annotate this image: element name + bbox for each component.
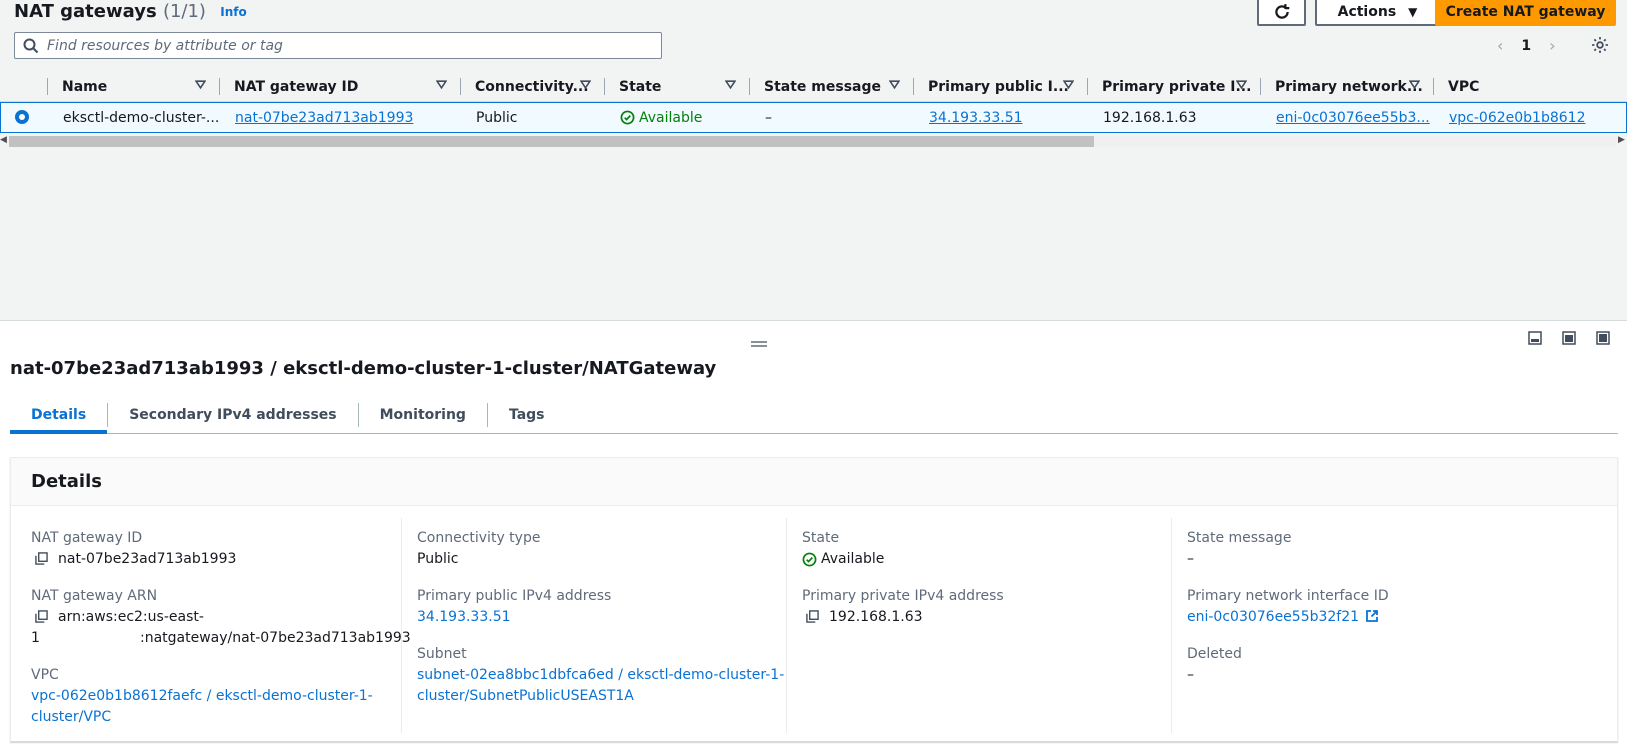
copy-icon[interactable] xyxy=(35,552,48,565)
pagination: ‹ 1 › xyxy=(1497,36,1556,55)
search-box xyxy=(14,32,662,59)
details-section-title: Details xyxy=(11,458,1617,506)
nat-gateways-list-panel: NAT gateways (1/1) Info Actions ▼ Create… xyxy=(0,0,1627,320)
public-ip-link[interactable]: 34.193.33.51 xyxy=(929,110,1023,126)
column-header-name[interactable]: Name xyxy=(48,71,220,102)
field-nat-id: NAT gateway ID nat-07be23ad713ab1993 xyxy=(31,530,237,567)
column-header-state[interactable]: State xyxy=(605,71,750,102)
column-header-private-ip[interactable]: Primary private I... xyxy=(1088,71,1261,102)
scroll-right-icon[interactable]: ▶ xyxy=(1618,135,1625,145)
create-nat-gateway-button[interactable]: Create NAT gateway xyxy=(1435,0,1616,26)
search-input[interactable] xyxy=(45,36,645,55)
sort-icon xyxy=(195,80,206,90)
details-column-3: State Available Primary private IPv4 add… xyxy=(786,518,1186,733)
refresh-button[interactable] xyxy=(1257,0,1306,26)
detail-title: nat-07be23ad713ab1993 / eksctl-demo-clus… xyxy=(10,358,717,379)
nat-gateways-table: Name NAT gateway ID Connectivity... Stat… xyxy=(0,71,1627,133)
status-available-icon xyxy=(620,110,635,125)
panel-bottom-icon[interactable] xyxy=(1528,331,1542,345)
sort-icon xyxy=(580,80,591,90)
horizontal-scrollbar[interactable]: ◀ ▶ xyxy=(0,134,1627,150)
field-state-message: State message – xyxy=(1187,530,1292,567)
sort-icon xyxy=(725,80,736,90)
cell-state-message: – xyxy=(765,109,772,126)
scrollbar-thumb[interactable] xyxy=(9,136,1094,147)
copy-icon[interactable] xyxy=(806,610,819,623)
network-interface-link[interactable]: eni-0c03076ee55b3... xyxy=(1276,110,1430,126)
split-panel-controls xyxy=(1528,331,1610,345)
subnet-link[interactable]: subnet-02ea8bbc1dbfca6ed / eksctl-demo-c… xyxy=(417,667,784,704)
next-page-icon[interactable]: › xyxy=(1549,36,1555,55)
column-header-vpc[interactable]: VPC xyxy=(1434,71,1627,102)
cell-name: eksctl-demo-cluster-... xyxy=(63,109,220,126)
column-header-network-interface[interactable]: Primary network... xyxy=(1261,71,1434,102)
cell-state: Available xyxy=(606,103,702,132)
column-header-connectivity[interactable]: Connectivity... xyxy=(461,71,605,102)
status-available-icon xyxy=(802,552,817,567)
field-network-interface: Primary network interface ID eni-0c03076… xyxy=(1187,588,1389,625)
column-header-state-message[interactable]: State message xyxy=(750,71,914,102)
split-panel: nat-07be23ad713ab1993 / eksctl-demo-clus… xyxy=(0,320,1627,749)
cell-network-interface: eni-0c03076ee55b3... xyxy=(1262,103,1430,132)
field-private-ip: Primary private IPv4 address 192.168.1.6… xyxy=(802,588,1004,625)
cell-vpc: vpc-062e0b1b8612 xyxy=(1435,103,1585,132)
field-state: State Available xyxy=(802,530,885,567)
preferences-gear-icon[interactable] xyxy=(1591,36,1609,58)
tab-secondary-ipv4[interactable]: Secondary IPv4 addresses xyxy=(108,396,357,433)
scroll-left-icon[interactable]: ◀ xyxy=(0,135,7,145)
caret-down-icon: ▼ xyxy=(1408,5,1418,19)
detail-tabs: Details Secondary IPv4 addresses Monitor… xyxy=(10,396,1618,434)
panel-side-icon[interactable] xyxy=(1562,331,1576,345)
table-header: Name NAT gateway ID Connectivity... Stat… xyxy=(0,71,1627,102)
sort-icon xyxy=(1063,80,1074,90)
search-icon xyxy=(23,38,39,53)
cell-nat-id: nat-07be23ad713ab1993 xyxy=(221,103,413,132)
vpc-detail-link[interactable]: vpc-062e0b1b8612faefc / eksctl-demo-clus… xyxy=(31,688,373,725)
field-deleted: Deleted – xyxy=(1187,646,1242,683)
field-connectivity: Connectivity type Public xyxy=(417,530,541,567)
column-header-public-ip[interactable]: Primary public I... xyxy=(914,71,1088,102)
cell-private-ip: 192.168.1.63 xyxy=(1103,109,1197,126)
details-container: Details NAT gateway ID nat-07be23ad713ab… xyxy=(10,457,1618,742)
page-title: NAT gateways (1/1) Info xyxy=(14,1,247,22)
field-vpc: VPC vpc-062e0b1b8612faefc / eksctl-demo-… xyxy=(31,667,373,725)
field-subnet: Subnet subnet-02ea8bbc1dbfca6ed / eksctl… xyxy=(417,646,785,704)
info-link[interactable]: Info xyxy=(220,5,246,19)
refresh-icon xyxy=(1274,4,1289,19)
details-column-4: State message – Primary network interfac… xyxy=(1171,518,1611,733)
panel-full-icon[interactable] xyxy=(1596,331,1610,345)
nat-id-link[interactable]: nat-07be23ad713ab1993 xyxy=(235,110,413,126)
sort-icon xyxy=(436,80,447,90)
field-nat-arn: NAT gateway ARN arn:aws:ec2:us-east- 1:n… xyxy=(31,588,411,646)
network-interface-detail-link[interactable]: eni-0c03076ee55b32f21 xyxy=(1187,609,1359,625)
page-number[interactable]: 1 xyxy=(1521,38,1531,54)
copy-icon[interactable] xyxy=(35,610,48,623)
external-link-icon[interactable] xyxy=(1365,609,1379,623)
sort-icon xyxy=(889,80,900,90)
sort-icon xyxy=(1236,80,1247,90)
details-column-2: Connectivity type Public Primary public … xyxy=(401,518,801,733)
actions-button[interactable]: Actions ▼ xyxy=(1315,0,1440,26)
table-row[interactable]: eksctl-demo-cluster-... nat-07be23ad713a… xyxy=(0,102,1627,133)
selection-count: (1/1) xyxy=(162,1,206,22)
column-header-nat-id[interactable]: NAT gateway ID xyxy=(220,71,461,102)
vpc-link[interactable]: vpc-062e0b1b8612 xyxy=(1449,110,1585,126)
prev-page-icon[interactable]: ‹ xyxy=(1497,36,1503,55)
field-public-ip: Primary public IPv4 address 34.193.33.51 xyxy=(417,588,612,625)
tab-tags[interactable]: Tags xyxy=(488,396,566,433)
row-select-radio[interactable] xyxy=(15,110,29,124)
cell-connectivity: Public xyxy=(476,109,518,126)
resize-handle-icon[interactable] xyxy=(750,336,768,352)
sort-icon xyxy=(1409,80,1420,90)
select-column-header xyxy=(0,71,48,102)
details-column-1: NAT gateway ID nat-07be23ad713ab1993 NAT… xyxy=(11,518,411,733)
public-ip-detail-link[interactable]: 34.193.33.51 xyxy=(417,609,511,625)
cell-public-ip: 34.193.33.51 xyxy=(915,103,1023,132)
tab-monitoring[interactable]: Monitoring xyxy=(359,396,487,433)
tab-details[interactable]: Details xyxy=(10,396,108,434)
